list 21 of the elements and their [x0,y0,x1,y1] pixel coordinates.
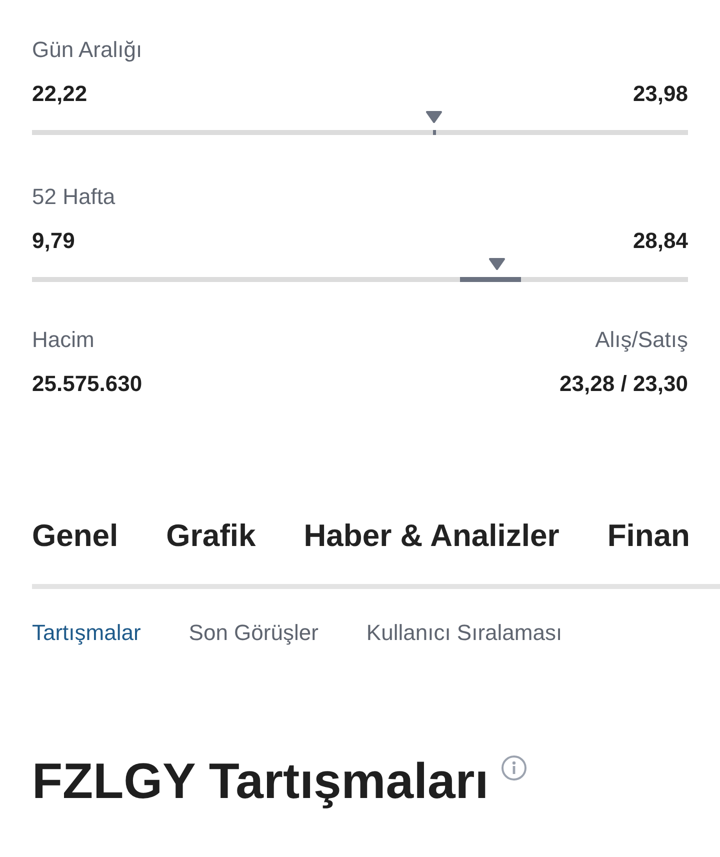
range-low: 22,22 [32,80,88,108]
range-high: 28,84 [632,227,688,255]
section-tab[interactable]: Finan [607,516,690,556]
section-tab[interactable]: Haber & Analizler [304,516,560,556]
info-icon[interactable] [500,755,527,781]
range-band [460,277,522,282]
section-tab[interactable]: Genel [32,516,118,556]
stat-label: Hacim [32,326,94,354]
sub-tab[interactable]: Son Görüşler [188,619,318,647]
stat-label: Alış/Satış [595,326,688,354]
stat-value: 25.575.630 [32,370,142,398]
section-tab[interactable]: Grafik [166,516,256,556]
range-high: 23,98 [632,80,688,108]
range-low: 9,79 [32,227,75,255]
range-label: 52 Hafta [32,183,116,211]
range-tick [433,130,436,135]
sub-tab[interactable]: Tartışmalar [32,619,141,647]
stat-value: 23,28 / 23,30 [560,370,688,398]
sub-tab[interactable]: Kullanıcı Sıralaması [366,619,562,647]
range-label: Gün Aralığı [32,36,144,64]
page-heading: FZLGY Tartışmaları [32,752,489,811]
